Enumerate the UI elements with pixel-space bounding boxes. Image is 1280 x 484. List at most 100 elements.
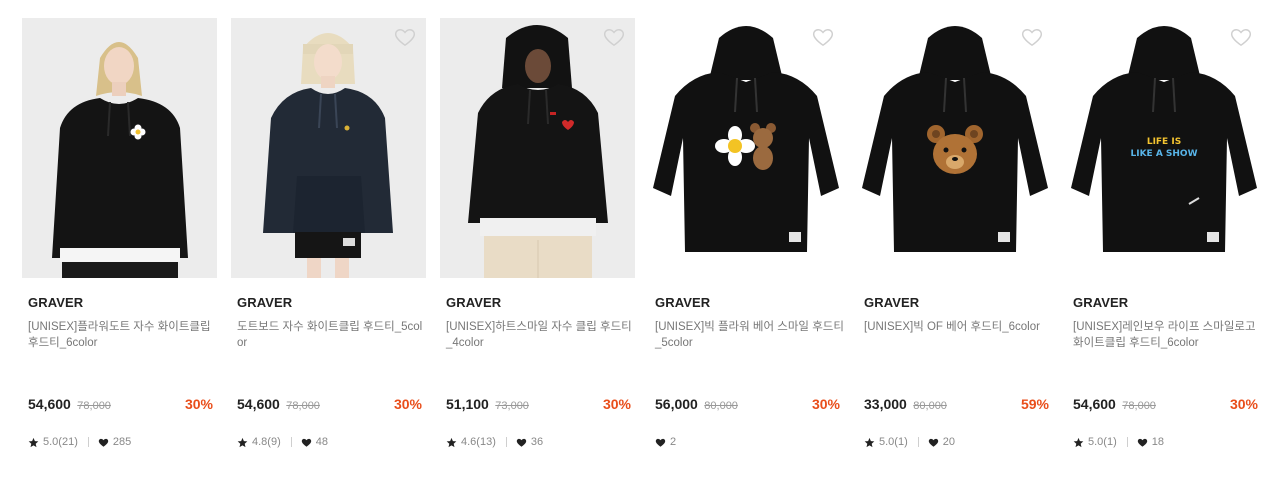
likes-count: 36 <box>530 436 544 448</box>
rating-text: 4.6(13) <box>461 436 496 448</box>
favorite-button[interactable] <box>812 27 834 47</box>
likes-count: 18 <box>1151 436 1164 448</box>
brand-name[interactable]: GRAVER <box>446 295 501 310</box>
discount-rate: 30% <box>1229 396 1258 412</box>
heart-filled-icon <box>301 437 312 448</box>
product-card[interactable]: GRAVER 도트보드 자수 화이트클립 후드티_5color 54,600 7… <box>231 18 426 448</box>
heart-outline-icon <box>1021 28 1043 47</box>
likes-count: 285 <box>112 436 132 448</box>
brand-name[interactable]: GRAVER <box>28 295 83 310</box>
divider <box>87 437 89 447</box>
sale-price: 54,600 <box>237 396 280 412</box>
original-price: 80,000 <box>704 400 738 412</box>
likes-count: 2 <box>670 436 677 448</box>
product-meta: 4.8(9) 48 <box>237 435 328 449</box>
original-price: 73,000 <box>495 400 529 412</box>
star-icon <box>864 437 875 448</box>
product-meta: 4.6(13) 36 <box>446 435 543 449</box>
star-icon <box>28 437 39 448</box>
product-name[interactable]: [UNISEX]하트스마일 자수 클립 후드티_4color <box>446 319 636 351</box>
likes-count: 48 <box>315 436 328 448</box>
model-photo <box>231 18 426 278</box>
discount-rate: 30% <box>393 396 422 412</box>
product-image[interactable] <box>649 18 844 278</box>
sale-price: 56,000 <box>655 396 698 412</box>
model-photo <box>22 18 217 278</box>
product-grid: GRAVER [UNISEX]플라워도트 자수 화이트클립 후드티_6color… <box>0 0 1280 484</box>
discount-rate: 30% <box>811 396 840 412</box>
heart-filled-icon <box>655 437 666 448</box>
brand-name[interactable]: GRAVER <box>237 295 292 310</box>
original-price: 78,000 <box>286 400 320 412</box>
price-row: 54,600 78,000 30% <box>1073 396 1258 414</box>
discount-rate: 59% <box>1020 396 1049 412</box>
product-meta: 5.0(1) 20 <box>864 435 955 449</box>
product-name[interactable]: [UNISEX]빅 플라워 베어 스마일 후드티_5color <box>655 319 845 351</box>
price-row: 56,000 80,000 30% <box>655 396 840 414</box>
rating-text: 5.0(1) <box>1088 436 1117 448</box>
discount-rate: 30% <box>602 396 631 412</box>
price-row: 54,600 78,000 30% <box>28 396 213 414</box>
print-line-2: LIKE A SHOW <box>1130 149 1197 159</box>
discount-rate: 30% <box>184 396 213 412</box>
favorite-button[interactable] <box>1021 27 1043 47</box>
star-icon <box>1073 437 1084 448</box>
favorite-button[interactable] <box>394 27 416 47</box>
likes-count: 20 <box>942 436 955 448</box>
product-name[interactable]: 도트보드 자수 화이트클립 후드티_5color <box>237 319 427 351</box>
divider <box>917 437 919 447</box>
hoodie-flat-photo: LIFE IS LIKE A SHOW <box>1067 18 1262 278</box>
original-price: 78,000 <box>1122 400 1156 412</box>
star-icon <box>446 437 457 448</box>
heart-filled-icon <box>928 437 939 448</box>
product-image[interactable]: LIFE IS LIKE A SHOW <box>1067 18 1262 278</box>
product-image[interactable] <box>440 18 635 278</box>
sale-price: 33,000 <box>864 396 907 412</box>
favorite-button[interactable] <box>1230 27 1252 47</box>
heart-filled-icon <box>516 437 527 448</box>
heart-outline-icon <box>394 28 416 47</box>
product-card[interactable]: GRAVER [UNISEX]플라워도트 자수 화이트클립 후드티_6color… <box>22 18 217 448</box>
product-name[interactable]: [UNISEX]레인보우 라이프 스마일로고 화이트클립 후드티_6color <box>1073 319 1263 351</box>
rating-text: 5.0(21) <box>43 436 78 448</box>
sale-price: 54,600 <box>1073 396 1116 412</box>
product-name[interactable]: [UNISEX]플라워도트 자수 화이트클립 후드티_6color <box>28 319 218 351</box>
divider <box>1126 437 1128 447</box>
original-price: 78,000 <box>77 400 111 412</box>
price-row: 51,100 73,000 30% <box>446 396 631 414</box>
product-card[interactable]: GRAVER [UNISEX]빅 OF 베어 후드티_6color 33,000… <box>858 18 1053 448</box>
brand-name[interactable]: GRAVER <box>864 295 919 310</box>
rating-text: 4.8(9) <box>252 436 281 448</box>
brand-name[interactable]: GRAVER <box>1073 295 1128 310</box>
price-row: 54,600 78,000 30% <box>237 396 422 414</box>
print-line-1: LIFE IS <box>1147 137 1181 147</box>
hoodie-flat-photo <box>858 18 1053 278</box>
sale-price: 51,100 <box>446 396 489 412</box>
heart-outline-icon <box>1230 28 1252 47</box>
brand-name[interactable]: GRAVER <box>655 295 710 310</box>
rating-text: 5.0(1) <box>879 436 908 448</box>
heart-filled-icon <box>98 437 109 448</box>
divider <box>290 437 292 447</box>
product-image[interactable] <box>231 18 426 278</box>
heart-outline-icon <box>812 28 834 47</box>
star-icon <box>237 437 248 448</box>
price-row: 33,000 80,000 59% <box>864 396 1049 414</box>
product-image[interactable] <box>22 18 217 278</box>
sale-price: 54,600 <box>28 396 71 412</box>
product-card[interactable]: GRAVER [UNISEX]빅 플라워 베어 스마일 후드티_5color 5… <box>649 18 844 448</box>
product-meta: 2 <box>655 435 676 449</box>
original-price: 80,000 <box>913 400 947 412</box>
heart-filled-icon <box>1137 437 1148 448</box>
product-card[interactable]: GRAVER [UNISEX]하트스마일 자수 클립 후드티_4color 51… <box>440 18 635 448</box>
product-meta: 5.0(21) 285 <box>28 435 131 449</box>
product-meta: 5.0(1) 18 <box>1073 435 1164 449</box>
heart-outline-icon <box>603 28 625 47</box>
hoodie-flat-photo <box>649 18 844 278</box>
product-name[interactable]: [UNISEX]빅 OF 베어 후드티_6color <box>864 319 1054 335</box>
favorite-button[interactable] <box>603 27 625 47</box>
product-image[interactable] <box>858 18 1053 278</box>
divider <box>505 437 507 447</box>
model-photo <box>440 18 635 278</box>
product-card[interactable]: LIFE IS LIKE A SHOW GRAVER [UNISEX]레인보우 … <box>1067 18 1262 448</box>
